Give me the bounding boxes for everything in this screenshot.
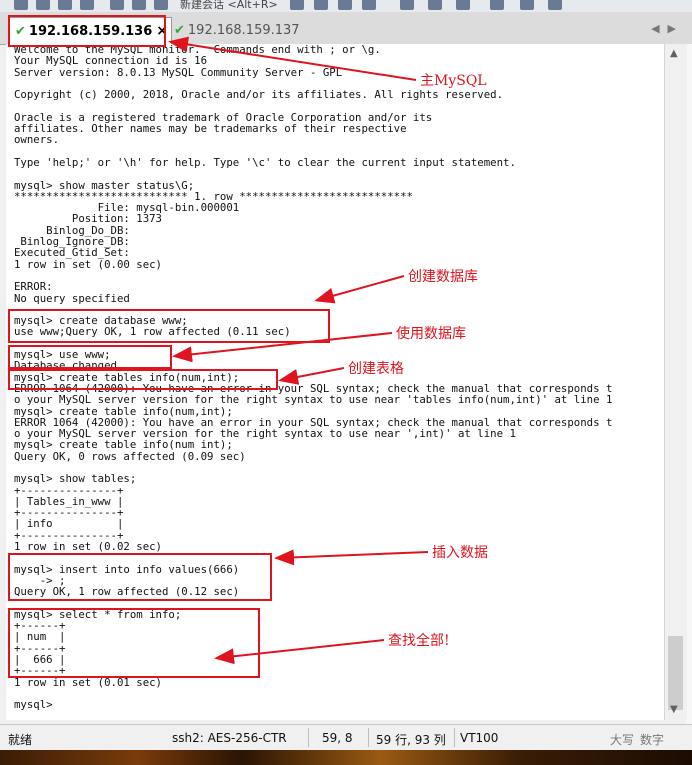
- arrow-select: [214, 639, 385, 665]
- arrow-main: [168, 36, 417, 81]
- note-use-db: 使用数据库: [396, 326, 466, 342]
- note-select-all: 查找全部!: [388, 633, 450, 649]
- note-create-table: 创建表格: [348, 361, 404, 377]
- annotation-arrows: [168, 36, 429, 665]
- desktop-wallpaper-strip: [0, 750, 692, 765]
- status-separator: [308, 728, 309, 747]
- status-bar: 就绪 ssh2: AES-256-CTR 59, 8 59 行, 93 列 VT…: [0, 724, 692, 751]
- arrow-insert: [274, 549, 429, 566]
- status-separator: [368, 728, 369, 747]
- status-encryption: ssh2: AES-256-CTR: [172, 731, 287, 745]
- status-cursor: 59, 8: [322, 731, 353, 745]
- note-insert: 插入数据: [432, 545, 488, 561]
- note-create-db: 创建数据库: [408, 269, 478, 285]
- arrow-create-db: [314, 275, 405, 304]
- status-separator: [454, 728, 455, 747]
- arrow-create-table: [278, 367, 345, 385]
- arrow-use-db: [172, 332, 393, 363]
- status-size: 59 行, 93 列: [376, 733, 446, 747]
- note-main-mysql: 主MySQL: [420, 73, 487, 89]
- status-caps: 大写: [610, 733, 635, 747]
- status-ready: 就绪: [8, 733, 33, 747]
- status-num: 数字: [640, 733, 665, 747]
- status-terminal-type: VT100: [460, 731, 499, 745]
